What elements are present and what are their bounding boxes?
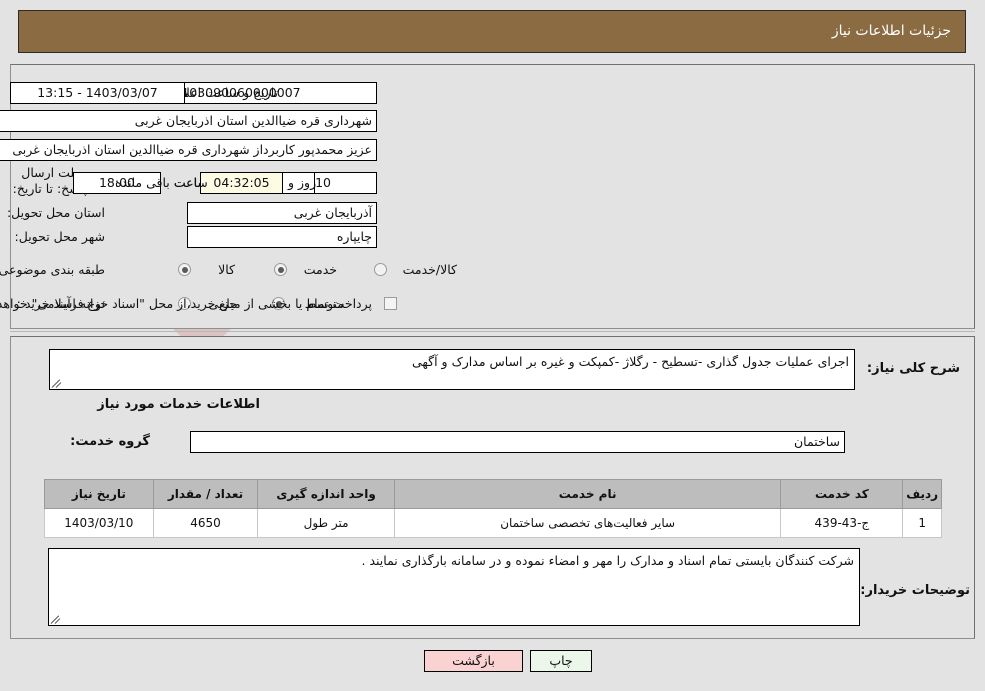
services-section-heading: اطلاعات خدمات مورد نیاز: [97, 397, 260, 412]
back-button[interactable]: بازگشت: [424, 650, 523, 672]
service-group-field[interactable]: ساختمان: [190, 431, 845, 453]
service-group-label: گروه خدمت:: [70, 434, 150, 449]
buyer-org-field[interactable]: شهرداری قره ضیاالدین استان اذربایجان غرب…: [0, 110, 377, 132]
delivery-province-field[interactable]: آذربایجان غربی: [187, 202, 377, 224]
table-col-need-date: تاریخ نیاز: [44, 479, 154, 509]
remaining-hours-label: ساعت باقی مانده: [115, 175, 208, 190]
print-button[interactable]: چاپ: [530, 650, 592, 672]
table-col-radif: ردیف: [902, 479, 942, 509]
countdown-field: 04:32:05: [200, 172, 283, 194]
page-title-bar: جزئیات اطلاعات نیاز: [18, 10, 966, 53]
delivery-province-label: استان محل تحویل:: [6, 205, 105, 220]
delivery-city-field[interactable]: چایپاره: [187, 226, 377, 248]
announce-datetime-field[interactable]: 1403/03/07 - 13:15: [10, 82, 185, 104]
need-description-value: اجرای عملیات جدول گذاری -تسطیح - رگلاژ -…: [411, 354, 849, 369]
table-row: 1 ج-43-439 سایر فعالیت‌های تخصصی ساختمان…: [44, 508, 942, 538]
category-option-label-0: کالا: [218, 262, 235, 277]
table-col-code: کد خدمت: [780, 479, 904, 509]
delivery-city-label: شهر محل تحویل:: [14, 229, 105, 244]
days-and-label: روز و: [288, 175, 317, 190]
resize-handle-icon[interactable]: [51, 378, 62, 388]
category-radio-kala[interactable]: [178, 263, 191, 276]
table-col-unit: واحد اندازه گیری: [257, 479, 395, 509]
buyer-notes-textarea[interactable]: شرکت کنندگان بایستی تمام اسناد و مدارک ر…: [48, 548, 860, 626]
table-header-row: ردیف کد خدمت نام خدمت واحد اندازه گیری ت…: [44, 479, 942, 509]
need-description-label: شرح کلی نیاز:: [866, 361, 960, 376]
treasury-bond-checkbox[interactable]: [384, 297, 397, 310]
services-table: ردیف کد خدمت نام خدمت واحد اندازه گیری ت…: [44, 479, 942, 538]
category-option-label-1: خدمت: [303, 262, 337, 277]
cell-name: سایر فعالیت‌های تخصصی ساختمان: [393, 508, 782, 538]
cell-radif: 1: [902, 508, 942, 538]
cell-code: ج-43-439: [780, 508, 904, 538]
page-title: جزئیات اطلاعات نیاز: [831, 23, 951, 39]
table-col-name: نام خدمت: [393, 479, 782, 509]
cell-need-date: 1403/03/10: [44, 508, 154, 538]
category-label: طبقه بندی موضوعی:: [0, 262, 105, 277]
category-radio-kala-khedmat[interactable]: [374, 263, 387, 276]
creator-field[interactable]: عزیز محمدپور کاربرداز شهرداری قره ضیاالد…: [0, 139, 377, 161]
resize-handle-icon[interactable]: [50, 614, 61, 624]
cell-unit: متر طول: [257, 508, 395, 538]
category-option-label-2: کالا/خدمت: [402, 262, 457, 277]
table-col-quantity: تعداد / مقدار: [152, 479, 259, 509]
need-description-textarea[interactable]: اجرای عملیات جدول گذاری -تسطیح - رگلاژ -…: [49, 349, 855, 390]
category-radio-khedmat[interactable]: [274, 263, 287, 276]
treasury-bond-note: پرداخت تمام یا بخشی از مبلغ خرید،از محل …: [0, 296, 372, 311]
buyer-notes-value: شرکت کنندگان بایستی تمام اسناد و مدارک ر…: [361, 553, 855, 568]
buyer-notes-label: توضیحات خریدار:: [860, 583, 970, 598]
cell-quantity: 4650: [152, 508, 259, 538]
section-divider: [10, 331, 975, 332]
